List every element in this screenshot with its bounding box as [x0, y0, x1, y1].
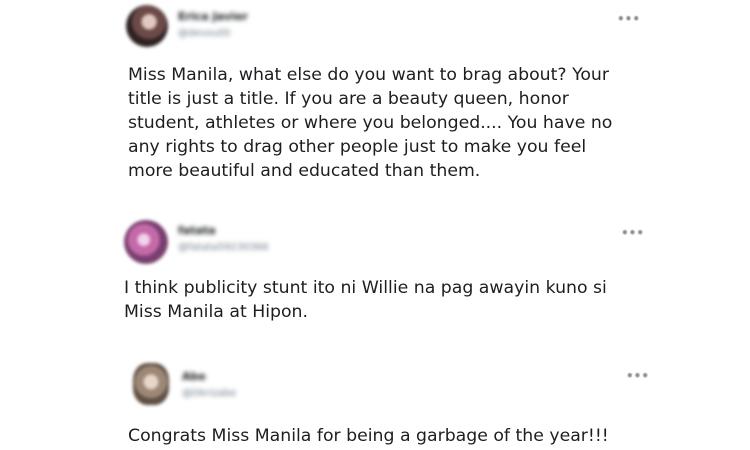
display-name[interactable]: Erica Javier: [178, 10, 248, 23]
tweet-card[interactable]: fatata @fatata59230366 ••• I think publi…: [0, 210, 750, 330]
tweet-text: Congrats Miss Manila for being a garbage…: [128, 426, 609, 446]
user-handle[interactable]: @Dkrizabe: [182, 388, 236, 399]
more-options-icon[interactable]: •••: [626, 370, 649, 382]
avatar[interactable]: [133, 363, 169, 405]
avatar[interactable]: [126, 5, 168, 47]
user-handle[interactable]: @fatata59230366: [178, 242, 269, 253]
avatar[interactable]: [124, 220, 168, 264]
tweet-feed: Erica Javier @devouttt ••• Miss Manila, …: [0, 0, 750, 450]
tweet-text: I think publicity stunt ito ni Willie na…: [124, 278, 607, 322]
user-handle[interactable]: @devouttt: [178, 28, 231, 39]
display-name[interactable]: fatata: [178, 224, 216, 237]
more-options-icon[interactable]: •••: [621, 227, 644, 239]
tweet-card[interactable]: Erica Javier @devouttt ••• Miss Manila, …: [0, 0, 750, 200]
tweet-text: Miss Manila, what else do you want to br…: [128, 65, 613, 181]
more-options-icon[interactable]: •••: [617, 13, 640, 25]
tweet-card[interactable]: Abe @Dkrizabe ••• Congrats Miss Manila f…: [0, 355, 750, 450]
display-name[interactable]: Abe: [182, 370, 206, 383]
